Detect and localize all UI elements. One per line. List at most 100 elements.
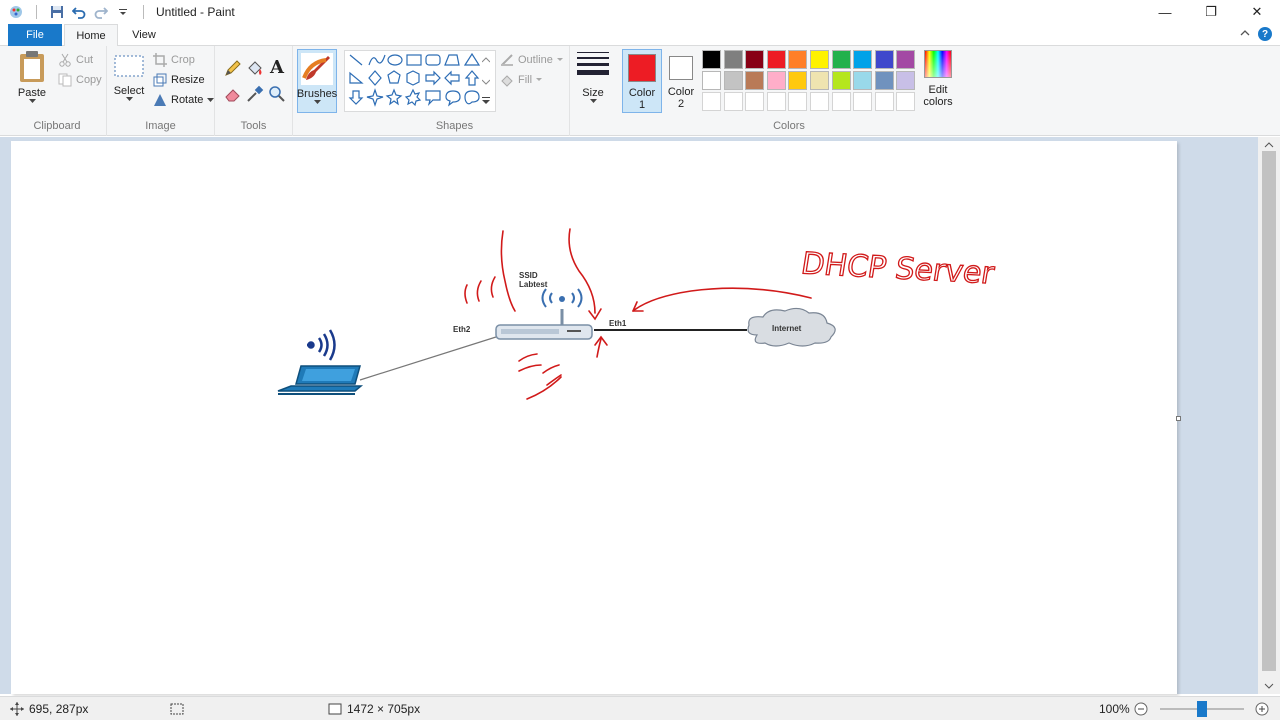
resize-button[interactable]: Resize	[153, 71, 205, 89]
color-picker-icon[interactable]	[245, 84, 265, 104]
copy-button[interactable]: Copy	[58, 71, 102, 89]
resize-label: Resize	[171, 74, 205, 86]
palette-swatch[interactable]	[766, 50, 786, 69]
rotate-button[interactable]: Rotate	[153, 91, 215, 109]
palette-swatch[interactable]	[831, 50, 851, 69]
select-rectangle-icon	[114, 55, 144, 77]
palette-swatch[interactable]	[745, 50, 765, 69]
brushes-button[interactable]: Brushes	[297, 49, 337, 113]
crop-button[interactable]: Crop	[153, 51, 195, 69]
brush-icon	[301, 53, 333, 85]
palette-swatch[interactable]	[810, 71, 829, 90]
window-title: Untitled - Paint	[156, 5, 235, 19]
tab-file[interactable]: File	[8, 24, 62, 46]
eraser-icon[interactable]	[223, 84, 243, 104]
palette-swatch[interactable]	[874, 92, 894, 111]
brushes-label: Brushes	[296, 88, 338, 100]
edit-colors-button[interactable]: Edit colors	[920, 50, 956, 114]
collapse-ribbon-icon[interactable]	[1240, 28, 1250, 41]
scissors-icon	[59, 53, 71, 67]
shapes-group: Outline Fill Shapes	[340, 46, 570, 136]
paste-label: Paste	[17, 87, 47, 99]
lan-cable-line	[359, 336, 497, 381]
palette-swatch[interactable]	[702, 50, 721, 69]
customize-quick-access-icon[interactable]	[115, 4, 131, 20]
canvas-resize-handle[interactable]	[1176, 416, 1181, 421]
drawing-canvas[interactable]: SSID Labtest Eth2 Eth1 Internet DHCP Ser…	[11, 141, 1177, 694]
redo-icon[interactable]	[93, 4, 109, 20]
palette-swatch[interactable]	[766, 71, 786, 90]
palette-swatch[interactable]	[874, 71, 894, 90]
ribbon: Paste Cut Copy Clipboard Select Crop Res…	[0, 46, 1280, 136]
color2-button[interactable]: Color 2	[664, 49, 698, 113]
palette-swatch[interactable]	[788, 92, 808, 111]
palette-swatch[interactable]	[702, 71, 721, 90]
palette-swatch[interactable]	[745, 71, 765, 90]
chevron-down-icon	[207, 97, 215, 102]
shapes-expand-icon[interactable]	[482, 96, 490, 108]
shapes-scroll-down-icon[interactable]	[481, 76, 491, 88]
palette-swatch[interactable]	[745, 92, 765, 111]
palette-swatch[interactable]	[853, 92, 873, 111]
palette-swatch[interactable]	[788, 50, 808, 69]
palette-swatch[interactable]	[896, 50, 916, 69]
palette-swatch[interactable]	[853, 71, 873, 90]
palette-swatch[interactable]	[723, 71, 743, 90]
fill-bucket-icon[interactable]	[245, 58, 265, 78]
palette-swatch[interactable]	[896, 71, 916, 90]
color1-label-line2: 1	[638, 99, 646, 111]
crop-icon	[153, 53, 167, 67]
magnifier-icon[interactable]	[267, 84, 287, 104]
separator	[36, 5, 37, 19]
zoom-in-icon[interactable]	[1255, 702, 1269, 719]
paste-button[interactable]: Paste	[14, 50, 50, 104]
palette-swatch[interactable]	[766, 92, 786, 111]
pencil-icon[interactable]	[223, 58, 243, 78]
zoom-out-icon[interactable]	[1134, 702, 1148, 719]
fill-icon	[501, 75, 513, 87]
palette-swatch[interactable]	[788, 71, 808, 90]
chevron-down-icon	[28, 99, 36, 103]
maximize-button[interactable]: ❐	[1188, 0, 1234, 24]
zoom-level-text: 100%	[1099, 702, 1130, 716]
shapes-scroll-up-icon[interactable]	[481, 54, 491, 66]
palette-swatch[interactable]	[831, 71, 851, 90]
paste-icon	[20, 51, 44, 82]
resize-icon	[153, 73, 167, 87]
tab-view[interactable]: View	[122, 24, 166, 46]
cursor-position-icon	[10, 702, 24, 716]
paint-app-icon[interactable]	[8, 4, 24, 20]
palette-swatch[interactable]	[723, 50, 743, 69]
palette-swatch[interactable]	[831, 92, 851, 111]
save-icon[interactable]	[49, 4, 65, 20]
tab-home[interactable]: Home	[64, 24, 118, 47]
select-button[interactable]: Select	[113, 54, 145, 102]
palette-swatch[interactable]	[853, 50, 873, 69]
red-annotations	[464, 228, 812, 400]
color1-button[interactable]: Color 1	[622, 49, 662, 113]
minimize-button[interactable]: —	[1142, 0, 1188, 24]
scrollbar-thumb[interactable]	[1262, 151, 1276, 671]
cut-button[interactable]: Cut	[58, 51, 93, 69]
vertical-scrollbar[interactable]	[1258, 137, 1280, 694]
undo-icon[interactable]	[71, 4, 87, 20]
palette-swatch[interactable]	[810, 50, 829, 69]
scroll-up-icon[interactable]	[1258, 139, 1280, 151]
scroll-down-icon[interactable]	[1258, 680, 1280, 692]
text-icon[interactable]: A	[267, 57, 287, 78]
fill-button[interactable]: Fill	[500, 71, 543, 89]
outline-button[interactable]: Outline	[500, 51, 563, 69]
help-icon[interactable]: ?	[1258, 27, 1272, 41]
color1-swatch	[628, 54, 656, 82]
edit-colors-label-line2: colors	[923, 96, 953, 108]
chevron-down-icon	[589, 99, 597, 103]
palette-swatch[interactable]	[896, 92, 916, 111]
palette-swatch[interactable]	[810, 92, 829, 111]
zoom-slider-thumb[interactable]	[1197, 701, 1207, 717]
size-button[interactable]: Size	[574, 50, 612, 114]
palette-swatch[interactable]	[874, 50, 894, 69]
palette-swatch[interactable]	[702, 92, 721, 111]
palette-swatch[interactable]	[723, 92, 743, 111]
close-button[interactable]: ✕	[1234, 0, 1280, 24]
cursor-position-text: 695, 287px	[29, 702, 89, 716]
